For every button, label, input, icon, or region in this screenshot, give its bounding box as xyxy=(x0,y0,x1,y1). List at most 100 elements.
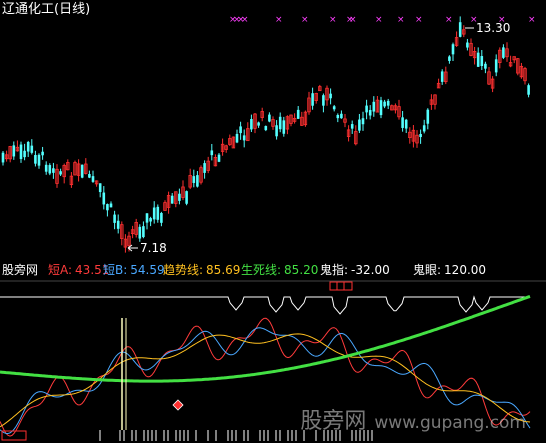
candle-body xyxy=(26,141,30,152)
candle-body xyxy=(502,47,505,58)
chart-canvas[interactable]: ×××× × × × ×× × × × × × × × 13.30 7.18 xyxy=(0,0,546,443)
candle-body xyxy=(109,203,113,208)
indicator-item-shortA: 短A: 43.51 xyxy=(48,263,110,277)
candle-body xyxy=(332,106,336,110)
candle-body xyxy=(80,164,84,178)
candle-body xyxy=(1,152,5,163)
candle-body xyxy=(422,125,426,132)
red-box-mark xyxy=(329,281,353,291)
candle-body xyxy=(368,110,372,116)
candle-body xyxy=(102,192,106,205)
candlestick-series xyxy=(1,16,530,253)
candle-body xyxy=(275,125,278,137)
candle-body xyxy=(156,206,160,220)
candle-body xyxy=(185,191,188,204)
candle-body xyxy=(480,56,484,66)
indicator-item-lifeline: 生死线: 85.20 xyxy=(241,263,319,277)
candle-body xyxy=(451,44,455,55)
magenta-x-mark: × xyxy=(415,15,423,25)
candle-body xyxy=(440,71,444,82)
candle-body xyxy=(329,93,332,99)
candle-body xyxy=(257,122,260,126)
magenta-x-mark: × xyxy=(329,15,337,25)
candle-body xyxy=(149,218,152,222)
candle-body xyxy=(145,213,149,223)
candle-body xyxy=(203,163,206,173)
stock-title: 辽通化工(日线) xyxy=(2,2,91,17)
candle-body xyxy=(386,100,390,106)
candle-body xyxy=(379,100,383,116)
high-price-label: 13.30 xyxy=(476,21,510,35)
candle-body xyxy=(23,150,26,158)
candle-body xyxy=(419,133,422,138)
watermark-text: 股旁网 xyxy=(300,409,367,434)
candle-body xyxy=(296,109,300,119)
indicator-item-trend: 趋势线: 85.69 xyxy=(163,263,241,277)
candle-body xyxy=(192,176,196,183)
candle-body xyxy=(217,154,221,162)
low-price-label: 7.18 xyxy=(140,241,167,255)
candle-body xyxy=(196,175,199,187)
indicator-item-ghost-eye: 鬼眼: 120.00 xyxy=(413,263,487,277)
candle-body xyxy=(91,176,95,182)
candle-body xyxy=(383,101,386,107)
candle-body xyxy=(466,42,469,48)
candle-body xyxy=(361,118,365,125)
candle-body xyxy=(282,120,286,134)
magenta-x-mark: × xyxy=(375,15,383,25)
ghost-eye-line xyxy=(0,295,530,315)
magenta-signal-marks: ×××× × × × ×× × × × × × × × xyxy=(229,15,536,291)
candle-body xyxy=(52,168,55,173)
candle-body xyxy=(311,93,314,106)
candle-body xyxy=(152,207,156,220)
candle-body xyxy=(106,204,109,211)
candle-body xyxy=(37,154,41,166)
magenta-x-mark: × xyxy=(349,15,357,25)
candle-body xyxy=(44,164,48,172)
candle-body xyxy=(484,63,487,69)
candle-body xyxy=(48,165,52,174)
candle-body xyxy=(458,22,462,37)
life-line xyxy=(0,294,531,383)
candle-body xyxy=(88,174,91,178)
watermark: 股旁网 www.gupang.com xyxy=(300,403,526,435)
indicator-name: 股旁网 xyxy=(2,263,39,277)
magenta-x-mark: × xyxy=(301,15,309,25)
candle-body xyxy=(340,113,343,119)
candle-body xyxy=(235,133,239,143)
candle-body xyxy=(34,155,37,164)
candle-body xyxy=(494,59,498,73)
candle-body xyxy=(404,119,408,129)
candle-body xyxy=(448,56,451,61)
candle-body xyxy=(178,193,181,201)
candle-body xyxy=(365,105,368,113)
candle-body xyxy=(476,52,480,67)
magenta-x-mark: × xyxy=(445,15,453,25)
candle-body xyxy=(210,150,214,156)
watermark-url: www.gupang.com xyxy=(374,413,526,433)
buy-diamond-marker xyxy=(172,399,184,411)
candle-body xyxy=(336,114,340,119)
candle-body xyxy=(113,214,116,223)
candle-body xyxy=(527,85,530,95)
stock-chart-window: × × × × × × × × × × × × × × × × 13.30 7.18 辽通化工(日线) 股旁网… xyxy=(0,0,546,443)
candle-body xyxy=(250,119,253,130)
candle-body xyxy=(401,117,404,128)
candle-body xyxy=(59,171,62,175)
candle-body xyxy=(170,195,174,204)
magenta-x-mark: × xyxy=(241,15,249,25)
candle-body xyxy=(242,135,246,141)
magenta-x-mark: × xyxy=(397,15,405,25)
candle-body xyxy=(138,226,142,239)
candle-body xyxy=(350,124,354,129)
candle-body xyxy=(358,119,361,131)
candle-body xyxy=(264,126,268,131)
candle-body xyxy=(372,101,376,112)
magenta-x-mark: × xyxy=(275,15,283,25)
candle-body xyxy=(160,213,163,223)
candle-body xyxy=(12,145,16,157)
indicator-item-ghost-index: 鬼指: -32.00 xyxy=(320,263,390,277)
candle-body xyxy=(278,116,282,130)
candle-body xyxy=(116,220,120,229)
candle-body xyxy=(41,151,44,156)
